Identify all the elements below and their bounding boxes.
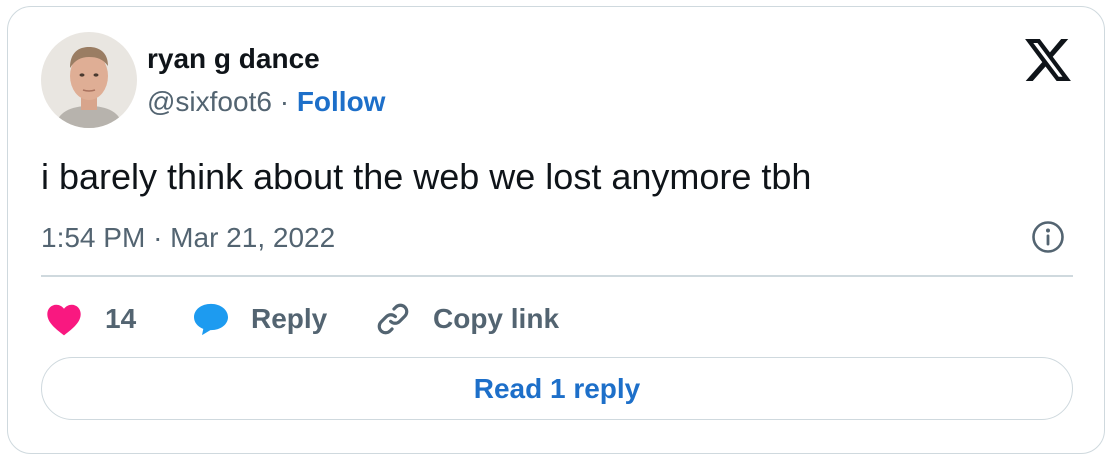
author-handle-row: @sixfoot6 · Follow [147,86,385,118]
like-count: 14 [105,303,137,334]
reply-button[interactable]: Reply [192,300,327,338]
copy-link-label: Copy link [433,303,560,334]
x-logo-icon[interactable] [1025,39,1071,81]
timestamp-separator: · [153,222,163,253]
avatar[interactable] [41,32,137,128]
author-display-name[interactable]: ryan g dance [147,43,320,75]
speech-bubble-icon [194,303,228,336]
author-handle[interactable]: @sixfoot6 [147,86,272,117]
tweet-card: ryan g dance @sixfoot6 · Follow i barely… [7,6,1105,454]
divider [41,275,1073,277]
like-button[interactable]: 14 [45,300,136,338]
tweet-timestamp[interactable]: 1:54 PM · Mar 21, 2022 [41,222,335,254]
copy-link-button[interactable]: Copy link [374,300,559,338]
profile-photo [41,32,137,128]
tweet-text: i barely think about the web we lost any… [41,156,812,197]
link-icon [377,303,409,335]
reply-label: Reply [251,303,328,334]
follow-button[interactable]: Follow [297,86,386,117]
handle-separator: · [279,86,290,117]
info-icon[interactable] [1030,219,1066,255]
read-replies-button[interactable]: Read 1 reply [41,357,1073,420]
read-replies-label: Read 1 reply [473,372,641,404]
tweet-time: 1:54 PM [41,222,146,253]
tweet-date: Mar 21, 2022 [170,222,336,253]
heart-icon [47,304,81,336]
